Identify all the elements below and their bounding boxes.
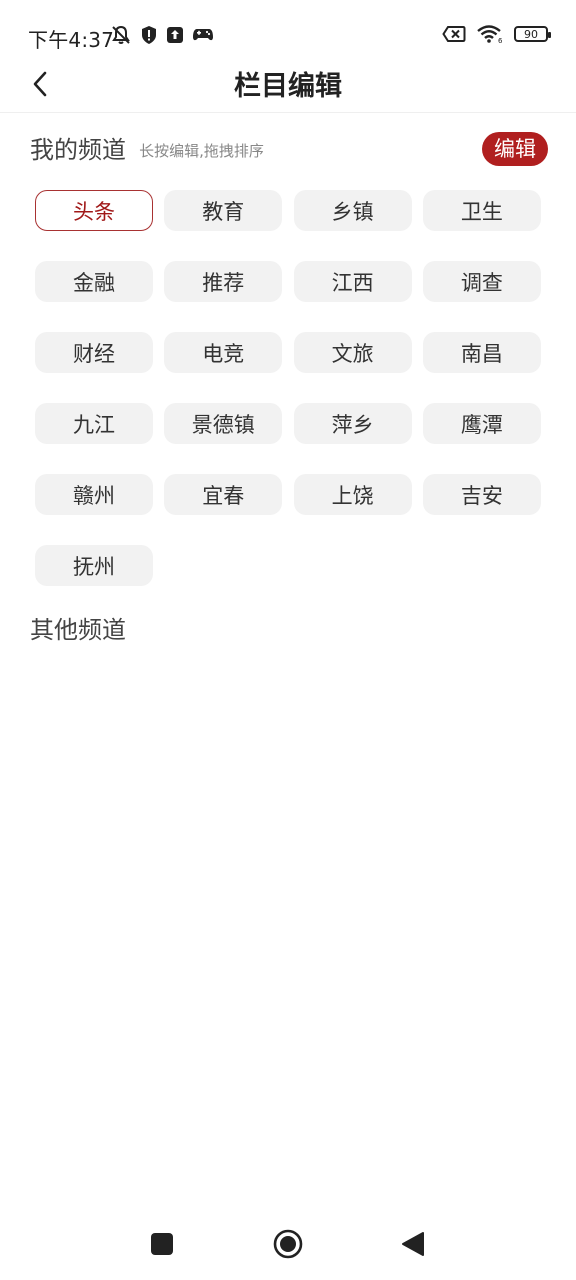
channel-chip[interactable]: 江西: [293, 261, 412, 302]
svg-text:6: 6: [498, 37, 503, 44]
my-channels-section: 我的频道 长按编辑,拖拽排序 编辑: [30, 130, 548, 166]
edit-button[interactable]: 编辑: [482, 132, 548, 166]
shield-icon: [140, 25, 158, 45]
status-left-icons: [110, 24, 214, 46]
my-channels-hint: 长按编辑,拖拽排序: [139, 142, 264, 160]
system-nav-bar: [0, 1210, 576, 1280]
channel-chip[interactable]: 九江: [35, 403, 153, 444]
channel-chip[interactable]: 教育: [164, 190, 283, 231]
upload-icon: [166, 26, 184, 44]
back-triangle-icon[interactable]: [401, 1231, 425, 1257]
battery-level: 90: [524, 27, 538, 41]
mute-bell-icon: [110, 24, 132, 46]
channel-chip[interactable]: 调查: [422, 261, 541, 302]
other-channels-title: 其他频道: [30, 616, 126, 644]
channel-chip[interactable]: 金融: [35, 261, 153, 302]
channel-chip[interactable]: 宜春: [164, 474, 283, 515]
wifi-icon: 6: [476, 24, 504, 44]
recent-apps-icon[interactable]: [151, 1233, 173, 1255]
channel-chip[interactable]: 萍乡: [293, 403, 412, 444]
channel-chip[interactable]: 赣州: [35, 474, 153, 515]
channel-chip[interactable]: 财经: [35, 332, 153, 373]
channel-grid: 头条 教育 乡镇 卫生金融 推荐 江西 调查财经 电竞 文旅 南昌九江 景德镇 萍乡 鹰潭赣州 宜春 上饶吉…: [35, 190, 541, 586]
channel-chip[interactable]: 卫生: [422, 190, 541, 231]
channel-chip[interactable]: 吉安: [422, 474, 541, 515]
home-icon[interactable]: [273, 1229, 303, 1259]
channel-chip[interactable]: 电竞: [164, 332, 283, 373]
page-title: 栏目编辑: [234, 71, 342, 102]
channel-chip[interactable]: 推荐: [164, 261, 283, 302]
channel-chip[interactable]: 南昌: [422, 332, 541, 373]
channel-chip[interactable]: 乡镇: [293, 190, 412, 231]
channel-chip[interactable]: 鹰潭: [422, 403, 541, 444]
other-channels-section: 其他频道: [30, 610, 126, 645]
channel-chip[interactable]: 抚州: [35, 545, 153, 586]
channel-chip[interactable]: 景德镇: [164, 403, 283, 444]
channel-chip[interactable]: 头条: [35, 190, 153, 231]
status-time: 下午4:37: [28, 28, 115, 52]
my-channels-title: 我的频道: [30, 136, 126, 164]
battery-icon: 90: [514, 26, 551, 42]
channel-chip[interactable]: 文旅: [293, 332, 412, 373]
no-sim-icon: [442, 25, 466, 43]
status-right-icons: 6 90: [442, 24, 551, 44]
header: 栏目编辑: [0, 56, 576, 113]
gamepad-icon: [192, 26, 214, 44]
channel-chip[interactable]: 上饶: [293, 474, 412, 515]
